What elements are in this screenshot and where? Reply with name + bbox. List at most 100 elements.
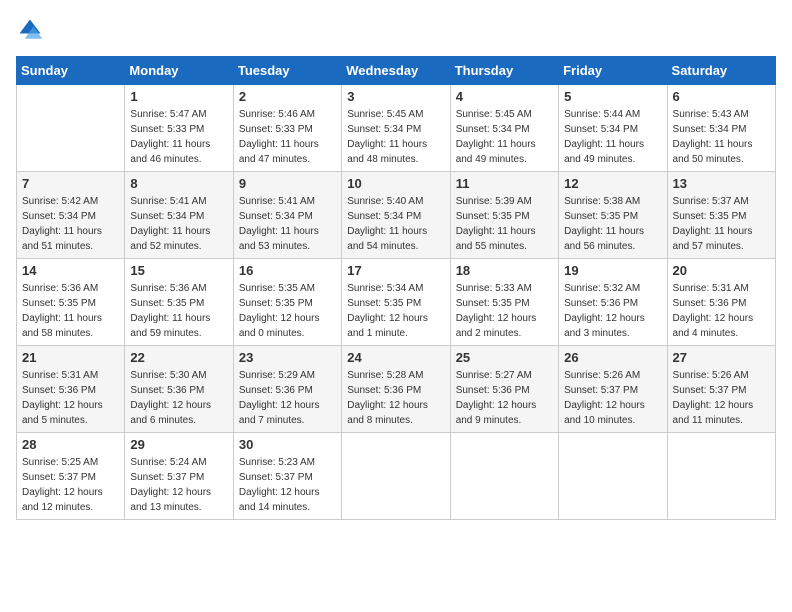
day-number: 5	[564, 89, 661, 104]
day-info: Sunrise: 5:41 AM Sunset: 5:34 PM Dayligh…	[239, 194, 336, 254]
sunset-text: Sunset: 5:35 PM	[456, 211, 530, 222]
sunrise-text: Sunrise: 5:36 AM	[22, 283, 98, 294]
day-info: Sunrise: 5:46 AM Sunset: 5:33 PM Dayligh…	[239, 107, 336, 167]
sunrise-text: Sunrise: 5:41 AM	[130, 196, 206, 207]
day-number: 1	[130, 89, 227, 104]
page-header	[16, 16, 776, 44]
weekday-header: Sunday	[17, 57, 125, 85]
sunrise-text: Sunrise: 5:27 AM	[456, 370, 532, 381]
sunrise-text: Sunrise: 5:45 AM	[347, 109, 423, 120]
calendar-day-cell: 26 Sunrise: 5:26 AM Sunset: 5:37 PM Dayl…	[559, 346, 667, 433]
sunset-text: Sunset: 5:37 PM	[239, 472, 313, 483]
calendar-day-cell: 20 Sunrise: 5:31 AM Sunset: 5:36 PM Dayl…	[667, 259, 775, 346]
calendar-day-cell	[342, 433, 450, 520]
day-info: Sunrise: 5:24 AM Sunset: 5:37 PM Dayligh…	[130, 455, 227, 515]
calendar-day-cell: 23 Sunrise: 5:29 AM Sunset: 5:36 PM Dayl…	[233, 346, 341, 433]
day-info: Sunrise: 5:42 AM Sunset: 5:34 PM Dayligh…	[22, 194, 119, 254]
sunrise-text: Sunrise: 5:25 AM	[22, 457, 98, 468]
daylight-text: Daylight: 12 hours and 4 minutes.	[673, 313, 754, 339]
calendar-day-cell: 7 Sunrise: 5:42 AM Sunset: 5:34 PM Dayli…	[17, 172, 125, 259]
daylight-text: Daylight: 11 hours and 53 minutes.	[239, 226, 319, 252]
sunrise-text: Sunrise: 5:36 AM	[130, 283, 206, 294]
day-info: Sunrise: 5:43 AM Sunset: 5:34 PM Dayligh…	[673, 107, 770, 167]
sunrise-text: Sunrise: 5:39 AM	[456, 196, 532, 207]
daylight-text: Daylight: 12 hours and 5 minutes.	[22, 400, 103, 426]
weekday-header-row: SundayMondayTuesdayWednesdayThursdayFrid…	[17, 57, 776, 85]
daylight-text: Daylight: 11 hours and 56 minutes.	[564, 226, 644, 252]
day-info: Sunrise: 5:25 AM Sunset: 5:37 PM Dayligh…	[22, 455, 119, 515]
day-number: 3	[347, 89, 444, 104]
daylight-text: Daylight: 12 hours and 12 minutes.	[22, 487, 103, 513]
day-number: 10	[347, 176, 444, 191]
calendar-day-cell	[17, 85, 125, 172]
sunrise-text: Sunrise: 5:26 AM	[564, 370, 640, 381]
weekday-header: Wednesday	[342, 57, 450, 85]
day-info: Sunrise: 5:36 AM Sunset: 5:35 PM Dayligh…	[130, 281, 227, 341]
sunset-text: Sunset: 5:36 PM	[564, 298, 638, 309]
sunrise-text: Sunrise: 5:47 AM	[130, 109, 206, 120]
sunrise-text: Sunrise: 5:29 AM	[239, 370, 315, 381]
daylight-text: Daylight: 12 hours and 13 minutes.	[130, 487, 211, 513]
sunset-text: Sunset: 5:35 PM	[347, 298, 421, 309]
sunset-text: Sunset: 5:35 PM	[673, 211, 747, 222]
daylight-text: Daylight: 12 hours and 6 minutes.	[130, 400, 211, 426]
sunrise-text: Sunrise: 5:46 AM	[239, 109, 315, 120]
calendar-day-cell	[667, 433, 775, 520]
daylight-text: Daylight: 11 hours and 58 minutes.	[22, 313, 102, 339]
calendar-table: SundayMondayTuesdayWednesdayThursdayFrid…	[16, 56, 776, 520]
sunrise-text: Sunrise: 5:42 AM	[22, 196, 98, 207]
sunset-text: Sunset: 5:35 PM	[22, 298, 96, 309]
day-info: Sunrise: 5:31 AM Sunset: 5:36 PM Dayligh…	[673, 281, 770, 341]
day-number: 15	[130, 263, 227, 278]
sunset-text: Sunset: 5:37 PM	[22, 472, 96, 483]
daylight-text: Daylight: 12 hours and 9 minutes.	[456, 400, 537, 426]
sunrise-text: Sunrise: 5:26 AM	[673, 370, 749, 381]
calendar-day-cell: 3 Sunrise: 5:45 AM Sunset: 5:34 PM Dayli…	[342, 85, 450, 172]
calendar-day-cell: 17 Sunrise: 5:34 AM Sunset: 5:35 PM Dayl…	[342, 259, 450, 346]
calendar-day-cell: 5 Sunrise: 5:44 AM Sunset: 5:34 PM Dayli…	[559, 85, 667, 172]
calendar-week-row: 14 Sunrise: 5:36 AM Sunset: 5:35 PM Dayl…	[17, 259, 776, 346]
day-info: Sunrise: 5:27 AM Sunset: 5:36 PM Dayligh…	[456, 368, 553, 428]
day-info: Sunrise: 5:31 AM Sunset: 5:36 PM Dayligh…	[22, 368, 119, 428]
logo	[16, 16, 48, 44]
calendar-day-cell: 8 Sunrise: 5:41 AM Sunset: 5:34 PM Dayli…	[125, 172, 233, 259]
day-number: 27	[673, 350, 770, 365]
sunset-text: Sunset: 5:36 PM	[22, 385, 96, 396]
sunset-text: Sunset: 5:36 PM	[239, 385, 313, 396]
sunset-text: Sunset: 5:34 PM	[239, 211, 313, 222]
calendar-week-row: 28 Sunrise: 5:25 AM Sunset: 5:37 PM Dayl…	[17, 433, 776, 520]
day-number: 11	[456, 176, 553, 191]
daylight-text: Daylight: 12 hours and 2 minutes.	[456, 313, 537, 339]
calendar-day-cell: 21 Sunrise: 5:31 AM Sunset: 5:36 PM Dayl…	[17, 346, 125, 433]
daylight-text: Daylight: 12 hours and 3 minutes.	[564, 313, 645, 339]
daylight-text: Daylight: 12 hours and 14 minutes.	[239, 487, 320, 513]
calendar-day-cell: 13 Sunrise: 5:37 AM Sunset: 5:35 PM Dayl…	[667, 172, 775, 259]
sunrise-text: Sunrise: 5:45 AM	[456, 109, 532, 120]
day-number: 23	[239, 350, 336, 365]
sunrise-text: Sunrise: 5:43 AM	[673, 109, 749, 120]
sunset-text: Sunset: 5:34 PM	[456, 124, 530, 135]
sunrise-text: Sunrise: 5:44 AM	[564, 109, 640, 120]
sunset-text: Sunset: 5:36 PM	[130, 385, 204, 396]
day-info: Sunrise: 5:26 AM Sunset: 5:37 PM Dayligh…	[564, 368, 661, 428]
day-number: 29	[130, 437, 227, 452]
calendar-day-cell: 2 Sunrise: 5:46 AM Sunset: 5:33 PM Dayli…	[233, 85, 341, 172]
day-number: 28	[22, 437, 119, 452]
weekday-header: Thursday	[450, 57, 558, 85]
sunrise-text: Sunrise: 5:37 AM	[673, 196, 749, 207]
day-number: 24	[347, 350, 444, 365]
calendar-day-cell: 16 Sunrise: 5:35 AM Sunset: 5:35 PM Dayl…	[233, 259, 341, 346]
day-number: 8	[130, 176, 227, 191]
sunset-text: Sunset: 5:35 PM	[130, 298, 204, 309]
sunset-text: Sunset: 5:34 PM	[347, 211, 421, 222]
calendar-day-cell: 1 Sunrise: 5:47 AM Sunset: 5:33 PM Dayli…	[125, 85, 233, 172]
daylight-text: Daylight: 11 hours and 54 minutes.	[347, 226, 427, 252]
sunset-text: Sunset: 5:34 PM	[673, 124, 747, 135]
daylight-text: Daylight: 11 hours and 47 minutes.	[239, 139, 319, 165]
daylight-text: Daylight: 12 hours and 7 minutes.	[239, 400, 320, 426]
daylight-text: Daylight: 11 hours and 48 minutes.	[347, 139, 427, 165]
day-info: Sunrise: 5:34 AM Sunset: 5:35 PM Dayligh…	[347, 281, 444, 341]
day-number: 22	[130, 350, 227, 365]
day-info: Sunrise: 5:38 AM Sunset: 5:35 PM Dayligh…	[564, 194, 661, 254]
sunset-text: Sunset: 5:35 PM	[456, 298, 530, 309]
